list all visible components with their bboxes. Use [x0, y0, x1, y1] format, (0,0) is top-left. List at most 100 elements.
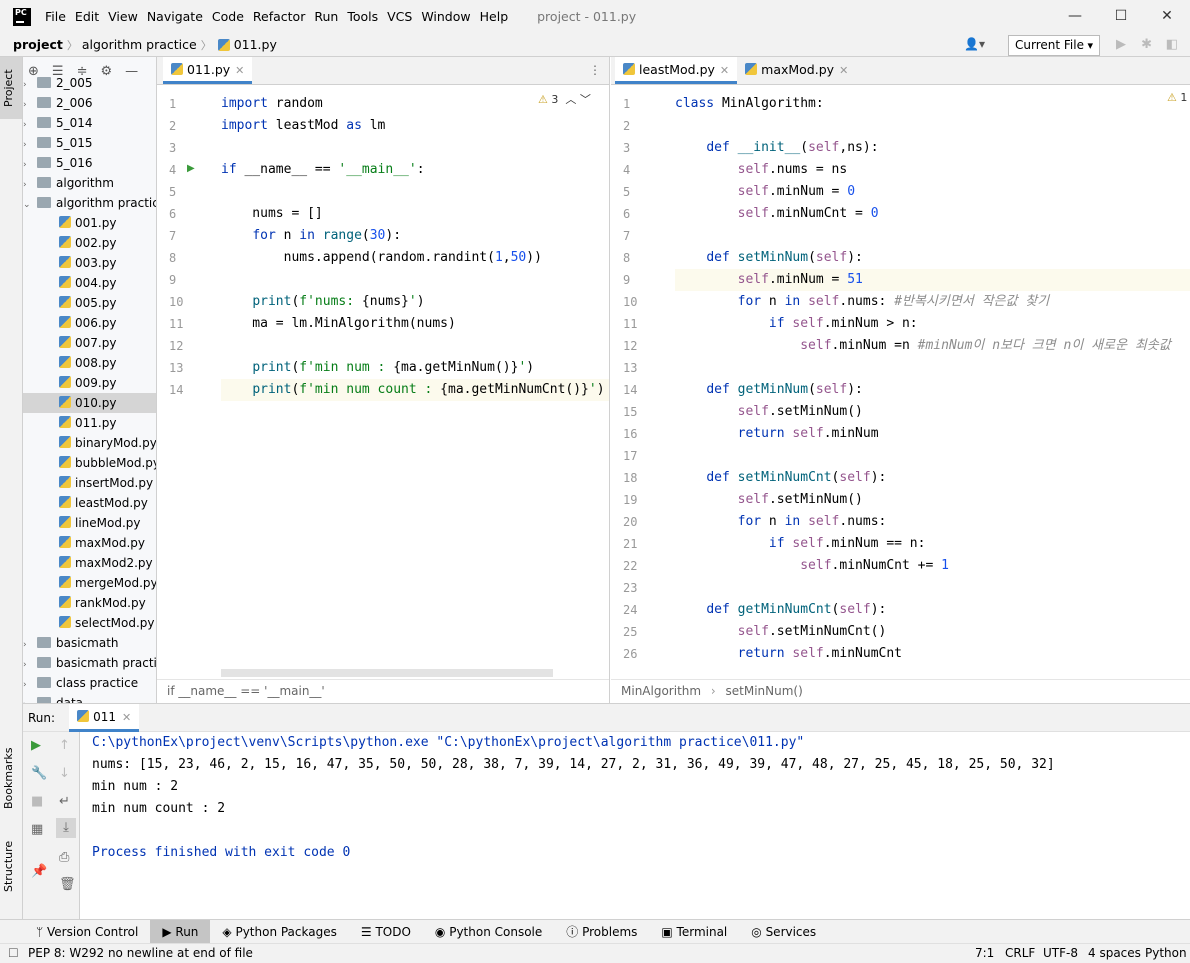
tree-file[interactable]: 003.py: [23, 253, 156, 273]
code-line[interactable]: def setMinNum(self):: [675, 247, 1190, 269]
code-line[interactable]: nums = []: [221, 203, 609, 225]
crumb-class[interactable]: MinAlgorithm: [621, 684, 701, 698]
stop-icon[interactable]: ■: [31, 794, 43, 809]
structure-tool-tab[interactable]: Structure: [2, 841, 15, 892]
chevron-right-icon[interactable]: ›: [23, 675, 33, 695]
warning-indicator[interactable]: ⚠ 3 ︿ ﹀: [538, 91, 591, 107]
wrench-icon[interactable]: 🔧: [31, 766, 47, 781]
rerun-icon[interactable]: ▶: [31, 738, 41, 753]
tree-folder[interactable]: › data: [23, 693, 156, 703]
breadcrumb-project[interactable]: project: [13, 37, 63, 52]
run-tab-011[interactable]: 011 ✕: [69, 703, 140, 732]
tree-file[interactable]: 010.py: [23, 393, 156, 413]
chevron-right-icon[interactable]: ›: [23, 655, 33, 675]
breadcrumb-file[interactable]: 011.py: [234, 37, 277, 52]
code-line[interactable]: print(f'min num : {ma.getMinNum()}'): [221, 357, 609, 379]
run-gutter-icon[interactable]: ▶: [187, 163, 195, 174]
run-icon[interactable]: ▶: [1116, 37, 1126, 52]
tree-folder[interactable]: › 2_005: [23, 73, 156, 95]
tab-problems[interactable]: ⓘ Problems: [554, 920, 649, 944]
horizontal-scrollbar[interactable]: [221, 669, 553, 677]
chevron-right-icon[interactable]: ›: [23, 635, 33, 655]
tree-file[interactable]: 011.py: [23, 413, 156, 433]
code-line[interactable]: self.setMinNum(): [675, 401, 1190, 423]
chevron-right-icon[interactable]: ›: [23, 115, 33, 135]
code-line[interactable]: for n in range(30):: [221, 225, 609, 247]
code-line[interactable]: self.nums = ns: [675, 159, 1190, 181]
menu-vcs[interactable]: VCS: [387, 9, 412, 24]
code-line[interactable]: for n in self.nums: #반복시키면서 작은값 찾기: [675, 291, 1190, 313]
tree-folder[interactable]: › 5_016: [23, 153, 156, 173]
menu-view[interactable]: View: [108, 9, 138, 24]
trash-icon[interactable]: 🗑: [59, 877, 76, 892]
tree-file[interactable]: insertMod.py: [23, 473, 156, 493]
code-line[interactable]: nums.append(random.randint(1,50)): [221, 247, 609, 269]
chevron-right-icon[interactable]: ›: [23, 175, 33, 195]
tree-folder[interactable]: › 5_014: [23, 113, 156, 135]
tab-terminal[interactable]: ▣ Terminal: [649, 920, 739, 944]
code-line[interactable]: return self.minNum: [675, 423, 1190, 445]
bookmarks-tool-tab[interactable]: Bookmarks: [2, 748, 15, 809]
print-icon[interactable]: ⎙: [59, 850, 69, 865]
code-line[interactable]: [221, 181, 609, 203]
code-line[interactable]: class MinAlgorithm:: [675, 93, 1190, 115]
maximize-icon[interactable]: ☐: [1098, 0, 1144, 33]
chevron-right-icon[interactable]: ›: [23, 95, 33, 115]
code-line[interactable]: if __name__ == '__main__':: [221, 159, 609, 181]
tree-folder[interactable]: › basicmath practice: [23, 653, 156, 675]
tree-file[interactable]: 009.py: [23, 373, 156, 393]
code-line[interactable]: def getMinNumCnt(self):: [675, 599, 1190, 621]
close-tab-icon[interactable]: ✕: [720, 64, 729, 77]
code-line[interactable]: if self.minNum == n:: [675, 533, 1190, 555]
tree-folder[interactable]: › 2_006: [23, 93, 156, 115]
soft-wrap-icon[interactable]: ↵: [59, 794, 70, 809]
code-line[interactable]: import leastMod as lm: [221, 115, 609, 137]
pin-icon[interactable]: 📌: [31, 864, 47, 879]
menu-window[interactable]: Window: [421, 9, 470, 24]
tree-file[interactable]: leastMod.py: [23, 493, 156, 513]
crumb-method[interactable]: setMinNum(): [726, 684, 803, 698]
code-line[interactable]: [221, 269, 609, 291]
menu-file[interactable]: File: [45, 9, 66, 24]
code-line[interactable]: [675, 577, 1190, 599]
layout-icon[interactable]: ▦: [31, 822, 43, 837]
project-tool-tab[interactable]: Project: [2, 69, 15, 107]
tree-file[interactable]: 007.py: [23, 333, 156, 353]
file-encoding[interactable]: UTF-8: [1043, 944, 1078, 963]
tab-run[interactable]: ▶ Run: [150, 919, 211, 944]
tree-folder[interactable]: › basicmath: [23, 633, 156, 655]
code-line[interactable]: [675, 225, 1190, 247]
run-config-select[interactable]: Current File: [1008, 35, 1100, 56]
code-line[interactable]: [675, 115, 1190, 137]
status-message[interactable]: PEP 8: W292 no newline at end of file: [28, 944, 253, 963]
minimize-icon[interactable]: —: [1052, 0, 1098, 33]
indent-setting[interactable]: 4 spaces: [1088, 944, 1141, 963]
chevron-down-icon[interactable]: ⌄: [23, 195, 33, 215]
code-line[interactable]: self.minNumCnt = 0: [675, 203, 1190, 225]
scroll-to-end-icon[interactable]: ⤓: [56, 818, 76, 838]
menu-run[interactable]: Run: [314, 9, 338, 24]
interpreter[interactable]: Python 3: [1145, 944, 1190, 963]
code-line[interactable]: if self.minNum > n:: [675, 313, 1190, 335]
close-icon[interactable]: ✕: [1144, 0, 1190, 33]
tree-file[interactable]: rankMod.py: [23, 593, 156, 613]
code-line[interactable]: self.setMinNum(): [675, 489, 1190, 511]
chevron-right-icon[interactable]: ›: [23, 135, 33, 155]
menu-tools[interactable]: Tools: [347, 9, 378, 24]
warning-indicator[interactable]: ⚠ 1: [1167, 91, 1187, 104]
menu-refactor[interactable]: Refactor: [253, 9, 305, 24]
tree-folder[interactable]: ⌄ algorithm practice: [23, 193, 156, 215]
code-line[interactable]: def setMinNumCnt(self):: [675, 467, 1190, 489]
tree-file[interactable]: 008.py: [23, 353, 156, 373]
tree-file[interactable]: bubbleMod.py: [23, 453, 156, 473]
user-icon[interactable]: 👤▾: [964, 37, 985, 51]
tree-folder[interactable]: › 5_015: [23, 133, 156, 155]
close-tab-icon[interactable]: ✕: [839, 64, 848, 77]
close-tab-icon[interactable]: ✕: [235, 64, 244, 77]
tree-file[interactable]: mergeMod.py: [23, 573, 156, 593]
tree-file[interactable]: maxMod.py: [23, 533, 156, 553]
tab-leastmod-py[interactable]: leastMod.py ✕: [615, 57, 738, 84]
tab-python-console[interactable]: ◉ Python Console: [423, 920, 554, 944]
chevron-right-icon[interactable]: ›: [23, 75, 33, 95]
code-line[interactable]: def __init__(self,ns):: [675, 137, 1190, 159]
